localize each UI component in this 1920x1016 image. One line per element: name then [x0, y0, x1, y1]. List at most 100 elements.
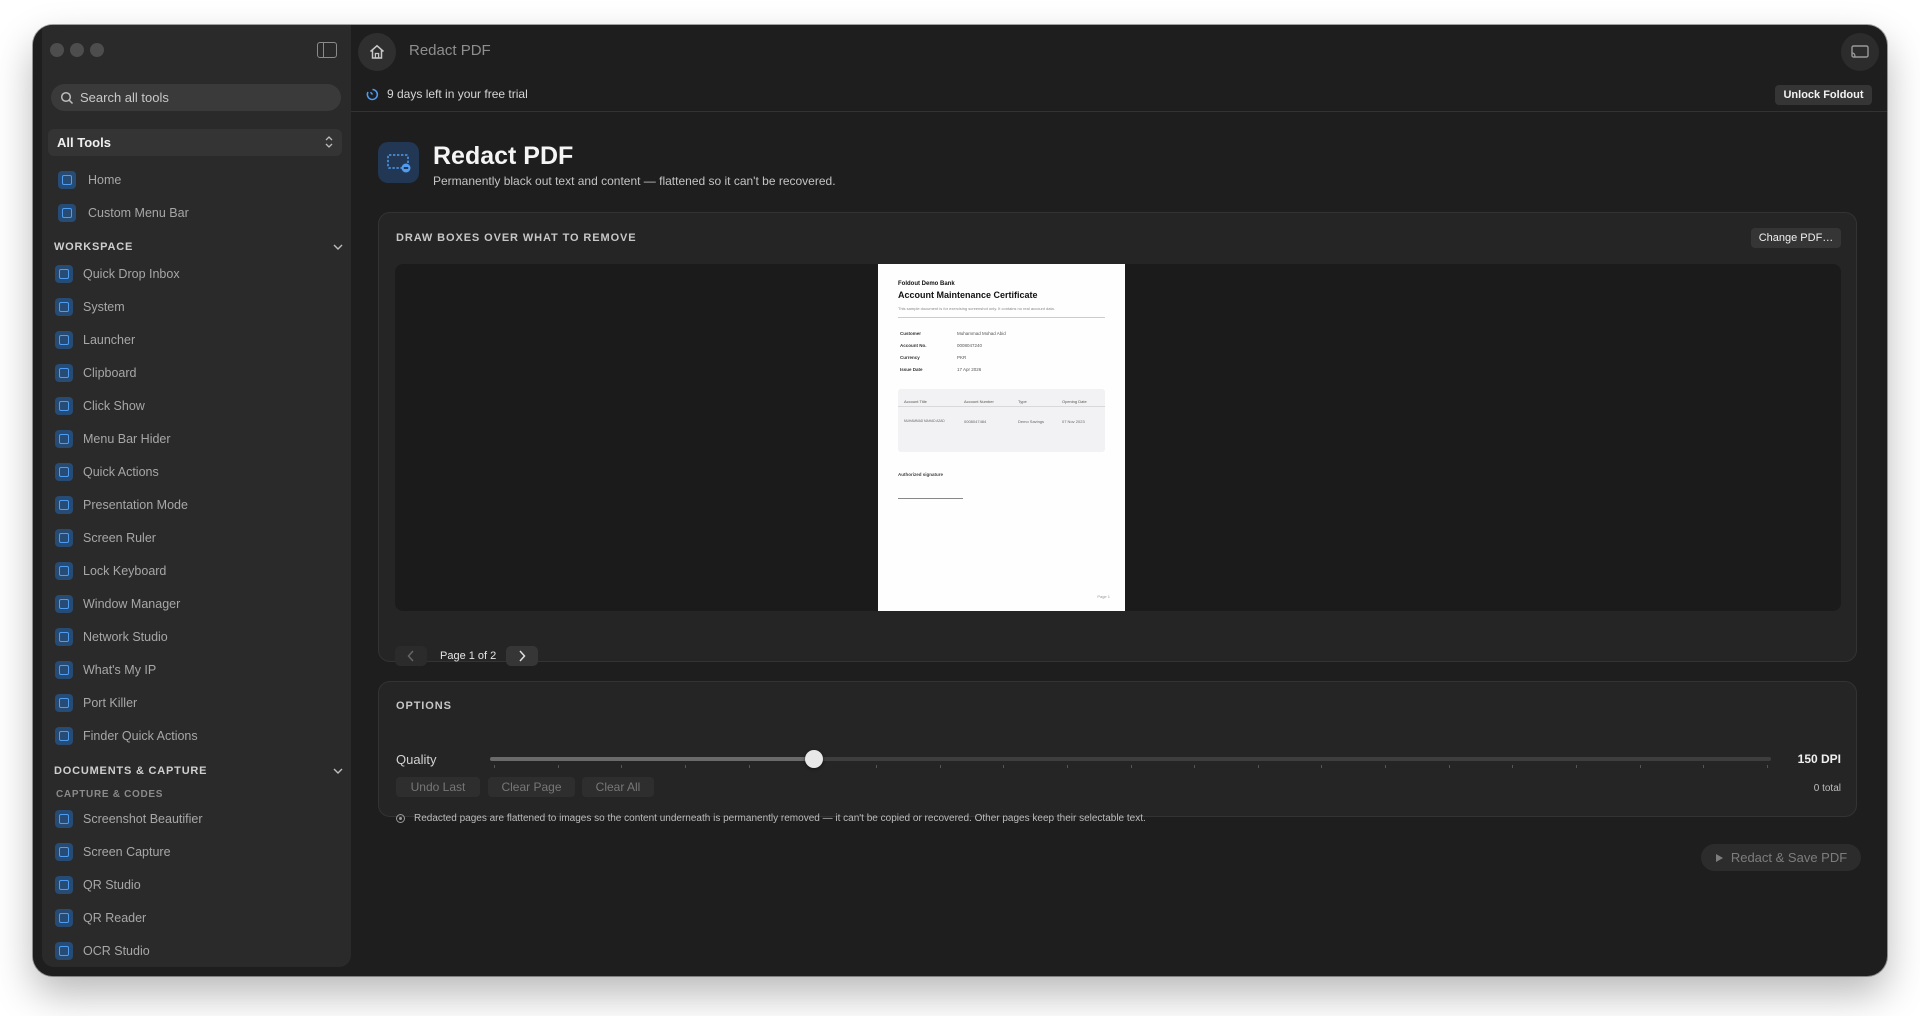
sidebar-item-label: Finder Quick Actions [83, 729, 198, 743]
doc-table: Account Title Account Number Type Openin… [898, 389, 1105, 452]
doc-field-key: Currency [900, 355, 920, 360]
sidebar-item-what-s-my-ip[interactable]: What's My IP [55, 657, 156, 683]
sidebar-item-quick-actions[interactable]: Quick Actions [55, 459, 159, 485]
doc-table-cell: Demo Savings [1018, 419, 1045, 424]
sidebar-item-qr-studio[interactable]: QR Studio [55, 872, 141, 898]
sidebar-item-label: Window Manager [83, 597, 181, 611]
sidebar-item-label: Screen Capture [83, 845, 171, 859]
sidebar-item-ocr-studio[interactable]: OCR Studio [55, 938, 150, 964]
system-icon [55, 298, 73, 316]
options-label: OPTIONS [396, 700, 452, 712]
doc-field-key: Issue Date [900, 367, 923, 372]
sidebar-item-presentation-mode[interactable]: Presentation Mode [55, 492, 188, 518]
sidebar-item-label: Home [88, 173, 122, 187]
sidebar-item-screen-ruler[interactable]: Screen Ruler [55, 525, 156, 551]
trial-text: 9 days left in your free trial [387, 87, 528, 101]
sidebar-item-label: QR Reader [83, 911, 147, 925]
app-window: Search all tools All Tools Home Custom Me… [33, 25, 1887, 976]
next-page-button[interactable] [506, 646, 538, 666]
tool-category-value: All Tools [57, 135, 111, 150]
sidebar-item-click-show[interactable]: Click Show [55, 393, 145, 419]
doc-page-number: Page 1 [1097, 594, 1110, 599]
tool-category-select[interactable]: All Tools [48, 129, 342, 156]
sidebar-item-custom-menu-bar[interactable]: Custom Menu Bar [58, 200, 189, 226]
flatten-note: Redacted pages are flattened to images s… [396, 813, 1146, 824]
sidebar-item-network-studio[interactable]: Network Studio [55, 624, 168, 650]
sidebar-item-label: Quick Drop Inbox [83, 267, 180, 281]
home-icon [370, 44, 384, 59]
quality-slider-tick [875, 765, 877, 768]
documents-collapse-icon[interactable] [333, 767, 343, 775]
doc-field-key: Customer [900, 331, 922, 336]
presentation-icon [55, 496, 73, 514]
sidebar-item-clipboard[interactable]: Clipboard [55, 360, 137, 386]
qr-icon [55, 876, 73, 894]
menu-bar-icon [58, 204, 76, 222]
page-indicator: Page 1 of 2 [440, 650, 497, 662]
sidebar-item-lock-keyboard[interactable]: Lock Keyboard [55, 558, 166, 584]
doc-table-header: Account Number [964, 399, 994, 404]
sidebar-item-window-manager[interactable]: Window Manager [55, 591, 180, 617]
previous-page-button[interactable] [395, 646, 427, 666]
redact-tool-icon [378, 142, 419, 183]
quality-slider-tick [557, 765, 559, 768]
capture-codes-subheading: CAPTURE & CODES [56, 789, 164, 800]
play-icon [1715, 853, 1723, 862]
quick-actions-icon [55, 463, 73, 481]
search-input[interactable]: Search all tools [51, 84, 341, 111]
quality-slider[interactable] [490, 757, 1771, 761]
sidebar-item-label: Screen Ruler [83, 531, 156, 545]
quality-slider-tick [1003, 765, 1005, 768]
trial-banner: 9 days left in your free trial [366, 87, 528, 101]
quality-slider-tick [494, 765, 495, 768]
sidebar-item-screen-capture[interactable]: Screen Capture [55, 839, 171, 865]
clear-page-button[interactable]: Clear Page [488, 777, 575, 797]
sidebar-item-label: QR Studio [83, 878, 141, 892]
quality-slider-thumb[interactable] [805, 750, 824, 768]
flatten-note-text: Redacted pages are flattened to images s… [414, 813, 1146, 824]
sidebar: Search all tools All Tools Home Custom Me… [33, 25, 351, 976]
redaction-count: 0 total [1813, 783, 1841, 794]
quality-slider-tick [1703, 765, 1705, 768]
minimize-window-button[interactable] [70, 43, 84, 57]
capture-icon [55, 843, 73, 861]
sidebar-item-quick-drop-inbox[interactable]: Quick Drop Inbox [55, 261, 180, 287]
sidebar-item-label: System [83, 300, 125, 314]
workspace-collapse-icon[interactable] [333, 243, 343, 251]
sidebar-item-finder-quick-actions[interactable]: Finder Quick Actions [55, 723, 198, 749]
sidebar-item-system[interactable]: System [55, 294, 125, 320]
doc-field-value: Muhammad Mohad Abid [957, 331, 1006, 336]
zoom-window-button[interactable] [90, 43, 104, 57]
doc-table-cell: 07 Nov 2023 [1062, 419, 1085, 424]
sidebar-item-port-killer[interactable]: Port Killer [55, 690, 137, 716]
sidebar-item-launcher[interactable]: Launcher [55, 327, 135, 353]
sidebar-item-label: Lock Keyboard [83, 564, 167, 578]
home-button[interactable] [358, 33, 396, 71]
unlock-button[interactable]: Unlock Foldout [1775, 85, 1872, 105]
quality-slider-tick [621, 765, 623, 768]
quality-slider-fill [490, 757, 815, 761]
sidebar-toggle-icon[interactable] [317, 42, 337, 58]
sidebar-item-label: Custom Menu Bar [88, 206, 189, 220]
sidebar-item-screenshot-beautifier[interactable]: Screenshot Beautifier [55, 806, 203, 832]
chevron-left-icon [407, 650, 414, 662]
quality-slider-tick [1321, 765, 1323, 768]
tool-title: Redact PDF [433, 142, 574, 170]
change-pdf-button[interactable]: Change PDF… [1751, 228, 1841, 248]
sidebar-item-label: Click Show [83, 399, 145, 413]
ocr-icon [55, 942, 73, 960]
redact-save-button[interactable]: Redact & Save PDF [1701, 844, 1861, 871]
sidebar-item-qr-reader[interactable]: QR Reader [55, 905, 146, 931]
doc-note: This sample document is for exercising s… [898, 306, 1055, 311]
close-window-button[interactable] [50, 43, 64, 57]
sidebar-item-label: OCR Studio [83, 944, 150, 958]
screen-mirror-button[interactable] [1841, 33, 1879, 71]
doc-table-header: Opening Date [1062, 399, 1087, 404]
pdf-page-preview[interactable]: Foldout Demo Bank Account Maintenance Ce… [878, 264, 1125, 611]
lock-icon [55, 562, 73, 580]
clear-all-button[interactable]: Clear All [582, 777, 654, 797]
undo-last-button[interactable]: Undo Last [396, 777, 480, 797]
doc-field-value: 17 Apr 2026 [957, 367, 982, 372]
sidebar-item-home[interactable]: Home [58, 167, 121, 193]
sidebar-item-menu-bar-hider[interactable]: Menu Bar Hider [55, 426, 171, 452]
